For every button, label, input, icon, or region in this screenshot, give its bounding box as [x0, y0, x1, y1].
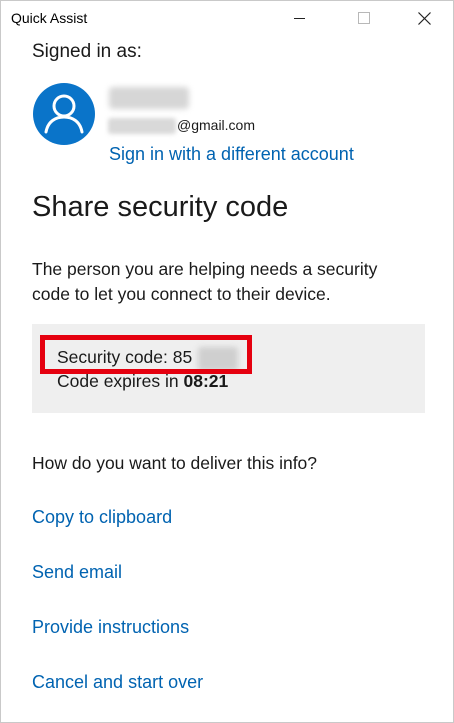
person-icon [44, 94, 84, 134]
quick-assist-window: Quick Assist Signed in as: @gmail.com Si… [0, 0, 454, 723]
account-email-domain: @gmail.com [177, 117, 256, 133]
minimize-icon [293, 17, 305, 19]
section-title: Share security code [32, 191, 289, 223]
signed-in-label: Signed in as: [32, 41, 142, 62]
security-explanation: The person you are helping needs a secur… [32, 259, 378, 304]
maximize-icon [358, 12, 370, 24]
title-bar: Quick Assist [1, 1, 453, 35]
code-expiry-label: Code expires in [57, 371, 179, 391]
window-title: Quick Assist [11, 10, 88, 26]
account-email-redacted [108, 118, 176, 134]
provide-instructions-link[interactable]: Provide instructions [32, 617, 189, 638]
code-expiry-text: Code expires in 08:21 [57, 371, 228, 392]
minimize-button[interactable] [276, 1, 322, 35]
close-icon [417, 11, 431, 25]
account-name-redacted [109, 87, 189, 109]
avatar [33, 83, 95, 145]
send-email-link[interactable]: Send email [32, 562, 122, 583]
code-expiry-time: 08:21 [183, 371, 229, 391]
copy-to-clipboard-link[interactable]: Copy to clipboard [32, 507, 172, 528]
maximize-button[interactable] [341, 1, 387, 35]
sign-in-different-account-link[interactable]: Sign in with a different account [109, 144, 354, 165]
close-button[interactable] [401, 1, 447, 35]
cancel-and-start-over-link[interactable]: Cancel and start over [32, 672, 203, 693]
highlight-annotation-box [40, 335, 252, 374]
delivery-question: How do you want to deliver this info? [32, 453, 318, 473]
